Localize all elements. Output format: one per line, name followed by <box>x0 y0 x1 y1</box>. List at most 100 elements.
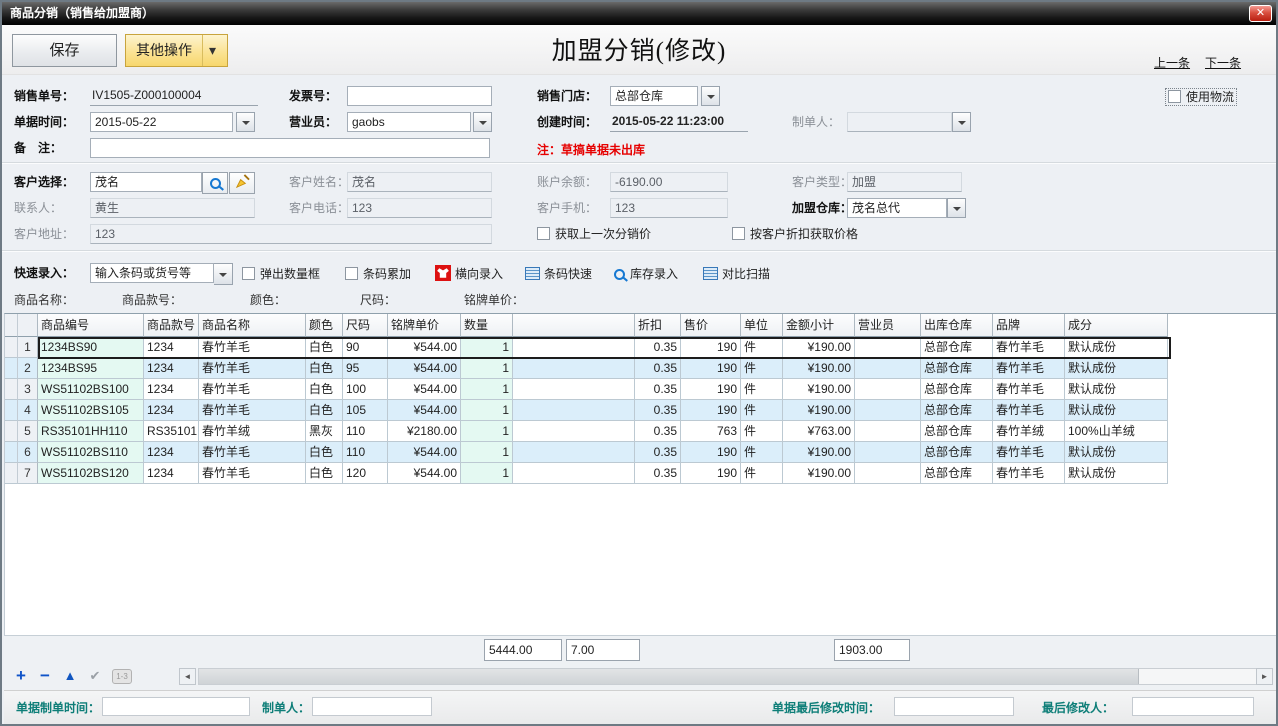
table-cell[interactable]: ¥544.00 <box>388 463 461 484</box>
table-cell[interactable]: 1234 <box>144 442 199 463</box>
table-cell[interactable]: 件 <box>741 463 783 484</box>
table-cell[interactable]: 件 <box>741 442 783 463</box>
table-cell[interactable]: ¥190.00 <box>783 463 855 484</box>
barcode-accum-checkbox[interactable]: 条码累加 <box>345 266 411 282</box>
table-cell[interactable]: 件 <box>741 421 783 442</box>
table-cell[interactable]: 0.35 <box>635 379 681 400</box>
table-cell[interactable]: RS35101 <box>144 421 199 442</box>
table-cell[interactable]: 100 <box>343 379 388 400</box>
table-cell[interactable] <box>513 442 635 463</box>
store-dropdown-icon[interactable] <box>701 86 720 106</box>
barcode-fast-button[interactable]: 条码快速 <box>525 265 592 283</box>
items-table[interactable]: 商品编号商品款号商品名称颜色尺码铭牌单价数量折扣售价单位金额小计营业员出库仓库品… <box>4 313 1278 635</box>
table-cell[interactable]: 黑灰 <box>306 421 343 442</box>
column-header[interactable]: 售价 <box>681 314 741 337</box>
table-cell[interactable]: ¥2180.00 <box>388 421 461 442</box>
table-cell[interactable] <box>855 463 921 484</box>
doc-date-input[interactable]: 2015-05-22 <box>90 112 233 132</box>
table-cell[interactable]: 春竹羊毛 <box>199 400 306 421</box>
table-cell[interactable]: 白色 <box>306 463 343 484</box>
table-row[interactable]: 7WS51102BS1201234春竹羊毛白色120¥544.0010.3519… <box>5 463 1278 484</box>
column-header[interactable]: 金额小计 <box>783 314 855 337</box>
table-cell[interactable]: ¥763.00 <box>783 421 855 442</box>
table-cell[interactable]: 春竹羊毛 <box>199 442 306 463</box>
column-header[interactable]: 折扣 <box>635 314 681 337</box>
compare-scan-button[interactable]: 对比扫描 <box>703 265 770 283</box>
table-row[interactable]: 21234BS951234春竹羊毛白色95¥544.0010.35190件¥19… <box>5 358 1278 379</box>
table-cell[interactable]: WS51102BS105 <box>38 400 144 421</box>
table-cell[interactable]: 0.35 <box>635 400 681 421</box>
table-cell[interactable]: ¥544.00 <box>388 400 461 421</box>
clerk-dropdown-icon[interactable] <box>473 112 492 132</box>
table-cell[interactable]: 默认成份 <box>1065 337 1168 358</box>
table-cell[interactable] <box>855 379 921 400</box>
column-header[interactable]: 商品名称 <box>199 314 306 337</box>
get-last-price-checkbox[interactable]: 获取上一次分销价 <box>537 226 651 242</box>
store-select[interactable]: 总部仓库 <box>610 86 698 106</box>
column-header[interactable]: 营业员 <box>855 314 921 337</box>
stock-entry-button[interactable]: 库存录入 <box>614 265 678 283</box>
table-cell[interactable]: 0.35 <box>635 442 681 463</box>
table-row[interactable]: 3WS51102BS1001234春竹羊毛白色100¥544.0010.3519… <box>5 379 1278 400</box>
table-cell[interactable] <box>513 337 635 358</box>
table-cell[interactable]: 白色 <box>306 358 343 379</box>
table-cell[interactable]: WS51102BS110 <box>38 442 144 463</box>
table-cell[interactable]: 总部仓库 <box>921 463 993 484</box>
table-cell[interactable]: 110 <box>343 442 388 463</box>
column-header[interactable]: 尺码 <box>343 314 388 337</box>
table-cell[interactable]: 春竹羊绒 <box>199 421 306 442</box>
use-logistics-checkbox[interactable]: 使用物流 <box>1165 88 1237 106</box>
table-cell[interactable]: 白色 <box>306 337 343 358</box>
table-cell[interactable]: 1234BS90 <box>38 337 144 358</box>
column-header[interactable]: 商品编号 <box>38 314 144 337</box>
table-cell[interactable]: 105 <box>343 400 388 421</box>
column-header[interactable]: 铭牌单价 <box>388 314 461 337</box>
table-cell[interactable]: 110 <box>343 421 388 442</box>
table-cell[interactable] <box>855 337 921 358</box>
table-cell[interactable]: 95 <box>343 358 388 379</box>
table-cell[interactable]: 90 <box>343 337 388 358</box>
table-cell[interactable]: 总部仓库 <box>921 421 993 442</box>
table-cell[interactable]: 1234 <box>144 358 199 379</box>
column-header[interactable] <box>513 314 635 337</box>
batch-number-icon[interactable]: 1-3 <box>112 669 132 684</box>
maker-select[interactable] <box>847 112 952 132</box>
table-cell[interactable]: 春竹羊毛 <box>993 442 1065 463</box>
table-row[interactable]: 4WS51102BS1051234春竹羊毛白色105¥544.0010.3519… <box>5 400 1278 421</box>
table-cell[interactable]: 总部仓库 <box>921 400 993 421</box>
scrollbar-thumb[interactable] <box>199 669 1139 684</box>
table-cell[interactable] <box>513 400 635 421</box>
scroll-left-icon[interactable]: ◄ <box>179 668 196 685</box>
table-cell[interactable]: 190 <box>681 379 741 400</box>
customer-search-button[interactable] <box>202 172 228 194</box>
column-header[interactable]: 单位 <box>741 314 783 337</box>
table-cell[interactable]: 件 <box>741 400 783 421</box>
horizontal-entry-button[interactable]: 横向录入 <box>435 265 503 283</box>
table-cell[interactable] <box>513 379 635 400</box>
table-cell[interactable]: 白色 <box>306 442 343 463</box>
table-cell[interactable]: 春竹羊毛 <box>993 358 1065 379</box>
table-cell[interactable]: 190 <box>681 358 741 379</box>
table-cell[interactable]: 190 <box>681 337 741 358</box>
table-cell[interactable]: ¥544.00 <box>388 442 461 463</box>
table-cell[interactable]: 春竹羊毛 <box>199 358 306 379</box>
customer-clear-button[interactable] <box>229 172 255 194</box>
move-up-icon[interactable]: ▲ <box>61 667 79 685</box>
delete-row-icon[interactable]: − <box>36 667 54 685</box>
table-cell[interactable]: 春竹羊毛 <box>199 463 306 484</box>
next-record-link[interactable]: 下一条 <box>1205 54 1241 71</box>
popup-qty-checkbox[interactable]: 弹出数量框 <box>242 266 320 282</box>
franchise-warehouse-dropdown-icon[interactable] <box>947 198 966 218</box>
checkbox-icon[interactable] <box>732 227 745 240</box>
table-cell[interactable]: 春竹羊毛 <box>993 337 1065 358</box>
table-cell[interactable] <box>855 400 921 421</box>
remark-input[interactable] <box>90 138 490 158</box>
table-cell[interactable]: 春竹羊毛 <box>993 379 1065 400</box>
table-cell[interactable]: ¥544.00 <box>388 337 461 358</box>
invoice-input[interactable] <box>347 86 492 106</box>
table-cell[interactable]: ¥544.00 <box>388 379 461 400</box>
table-cell[interactable]: ¥544.00 <box>388 358 461 379</box>
checkbox-icon[interactable] <box>1168 90 1181 103</box>
table-cell[interactable]: 1234 <box>144 400 199 421</box>
table-cell[interactable] <box>855 442 921 463</box>
